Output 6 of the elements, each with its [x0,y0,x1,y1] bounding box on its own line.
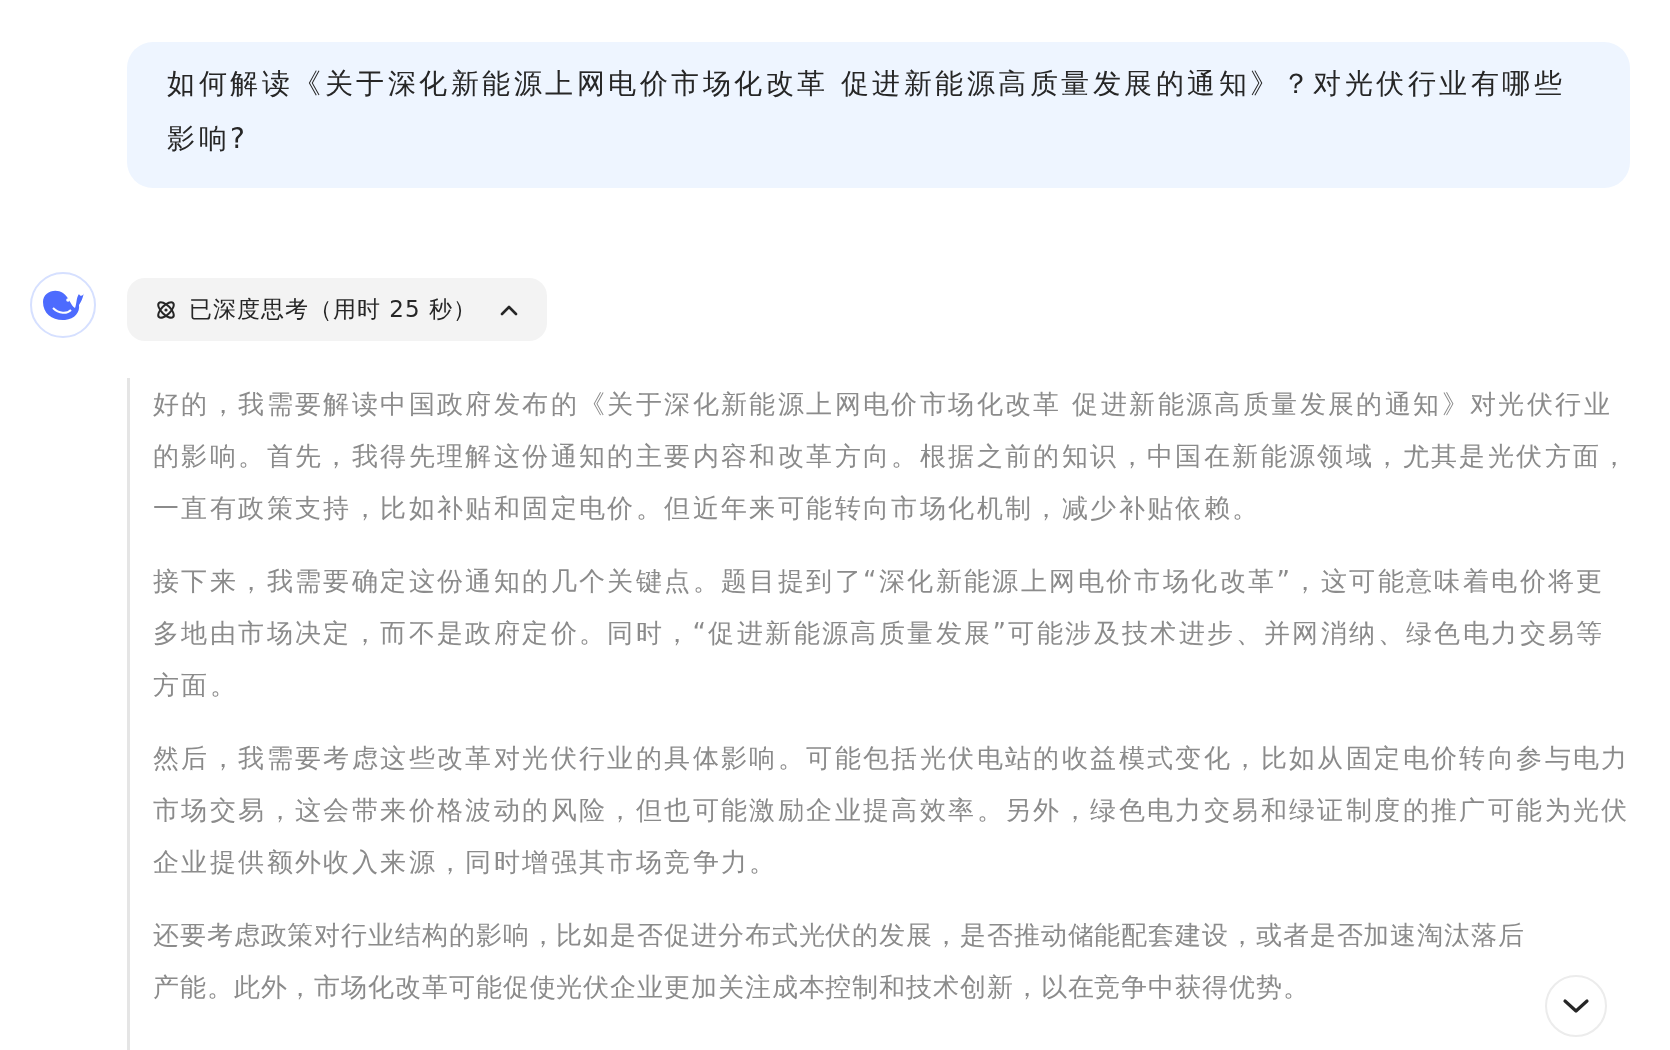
thought-paragraph: 然后，我需要考虑这些改革对光伏行业的具体影响。可能包括光伏电站的收益模式变化，比如从固定电价转向参与电力市场交易，这会带来价格波动的风险，但也可能激励企业提高效率。另外，绿色电力交易和绿证制度的推广可能为光伏企业提供额外收入来源，同时增强其市场竞争力。 [153,742,1631,879]
thinking-toggle-button[interactable]: 已深度思考（用时 25 秒） [127,278,547,341]
thought-paragraph: 还要考虑政策对行业结构的影响，比如是否促进分布式光伏的发展，是否推动储能配套建设，或者是否加速淘汰落后产能。此外，市场化改革可能促使光伏企业更加关注成本控制和技术创新，以在竞争中获得优势。 [153,919,1526,1004]
thought-paragraph: 好的，我需要解读中国政府发布的《关于深化新能源上网电价市场化改革 促进新能源高质量发展的通知》对光伏行业的影响。首先，我得先理解这份通知的主要内容和改革方向。根据之前的知识，中国在新能源领域，尤其是光伏方面，一直有政策支持，比如补贴和固定电价。但近年来可能转向市场化机制，减少补贴依赖。 [153,388,1631,525]
thought-paragraph: 接下来，我需要确定这份通知的几个关键点。题目提到了“深化新能源上网电价市场化改革”，这可能意味着电价将更多地由市场决定，而不是政府定价。同时，“促进新能源高质量发展”可能涉及技术进步、并网消纳、绿色电力交易等方面。 [153,565,1606,702]
user-message: 如何解读《关于深化新能源上网电价市场化改革 促进新能源高质量发展的通知》？对光伏行业有哪些影响? [127,42,1630,188]
